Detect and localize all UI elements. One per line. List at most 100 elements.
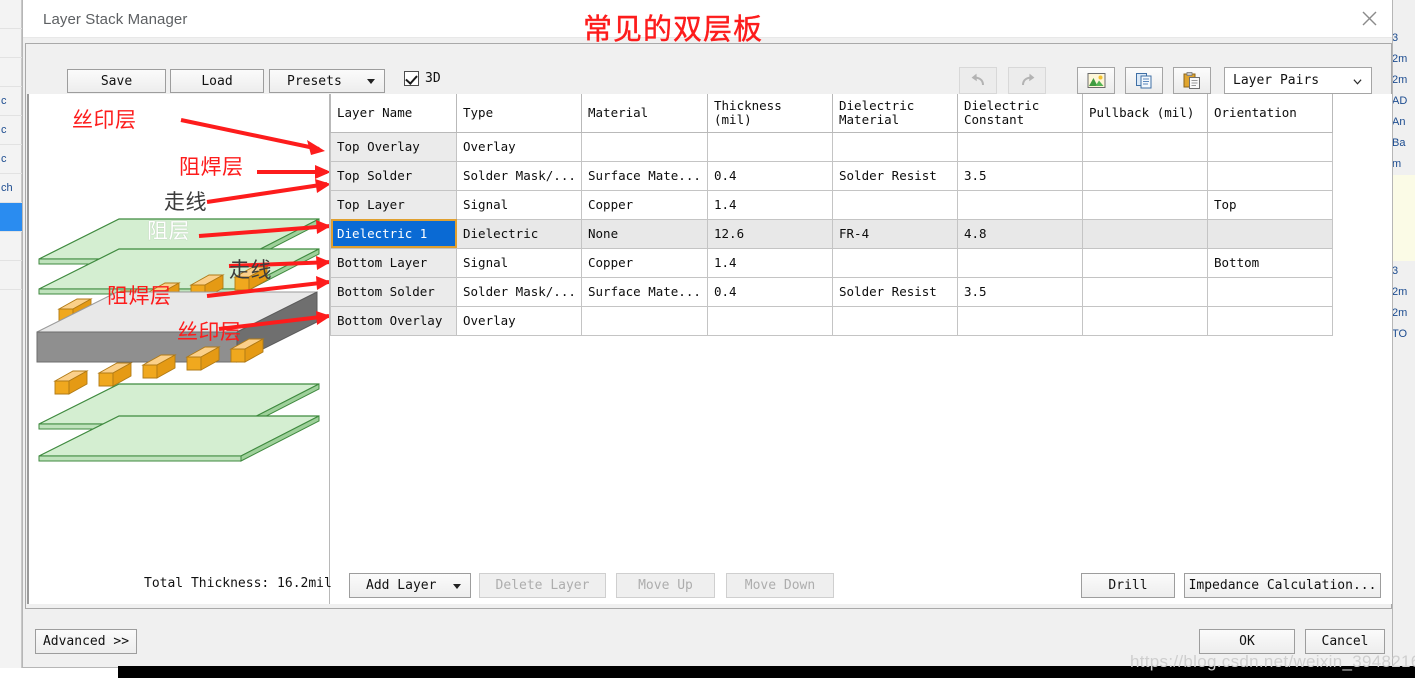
paste-icon[interactable] <box>1173 67 1211 94</box>
background-right-row: 3 <box>1391 261 1415 282</box>
cell-type[interactable]: Solder Mask/... <box>457 277 582 306</box>
cell-material[interactable]: Surface Mate... <box>582 161 708 190</box>
table-row[interactable]: Bottom Layer Signal Copper 1.4 Bottom <box>331 248 1333 277</box>
cell-layer-name[interactable]: Bottom Layer <box>331 248 457 277</box>
cell-orientation[interactable] <box>1208 277 1333 306</box>
undo-icon[interactable] <box>959 67 997 94</box>
cell-type[interactable]: Solder Mask/... <box>457 161 582 190</box>
table-row-selected[interactable]: Dielectric 1 Dielectric None 12.6 FR-4 4… <box>331 219 1333 248</box>
table-row[interactable]: Top Overlay Overlay <box>331 132 1333 161</box>
cell-thickness[interactable] <box>708 306 833 335</box>
cell-pullback[interactable] <box>1083 161 1208 190</box>
cell-thickness[interactable]: 1.4 <box>708 248 833 277</box>
cell-dielectric-material[interactable] <box>833 248 958 277</box>
layer-table-container[interactable]: Layer Name Type Material Thickness (mil)… <box>329 94 1392 604</box>
background-left-row <box>0 29 22 58</box>
close-icon[interactable] <box>1346 0 1392 37</box>
cell-layer-name[interactable]: Bottom Overlay <box>331 306 457 335</box>
cell-material[interactable]: None <box>582 219 708 248</box>
cell-pullback[interactable] <box>1083 306 1208 335</box>
image-icon[interactable] <box>1077 67 1115 94</box>
cell-thickness[interactable] <box>708 132 833 161</box>
cell-layer-name[interactable]: Bottom Solder <box>331 277 457 306</box>
column-header-dielectric-constant[interactable]: Dielectric Constant <box>958 94 1083 132</box>
background-right-row: 3 <box>1391 28 1415 49</box>
column-header-thickness[interactable]: Thickness (mil) <box>708 94 833 132</box>
cell-pullback[interactable] <box>1083 132 1208 161</box>
advanced-button[interactable]: Advanced >> <box>35 629 137 654</box>
presets-dropdown-button[interactable]: Presets <box>269 69 385 93</box>
add-layer-button[interactable]: Add Layer <box>349 573 471 598</box>
cell-dielectric-material[interactable] <box>833 306 958 335</box>
cell-pullback[interactable] <box>1083 190 1208 219</box>
layer-table: Layer Name Type Material Thickness (mil)… <box>330 94 1333 336</box>
table-row[interactable]: Bottom Overlay Overlay <box>331 306 1333 335</box>
cell-layer-name[interactable]: Dielectric 1 <box>331 219 457 248</box>
cell-dielectric-constant[interactable]: 3.5 <box>958 161 1083 190</box>
cell-pullback[interactable] <box>1083 248 1208 277</box>
cell-dielectric-constant[interactable] <box>958 132 1083 161</box>
cell-dielectric-material[interactable] <box>833 190 958 219</box>
view-mode-select[interactable]: Layer Pairs <box>1224 67 1372 94</box>
cell-thickness[interactable]: 12.6 <box>708 219 833 248</box>
cell-layer-name[interactable]: Top Solder <box>331 161 457 190</box>
cell-material[interactable] <box>582 306 708 335</box>
layer-stack-groupbox: Save Load Presets 3D <box>25 43 1392 609</box>
cell-dielectric-constant[interactable]: 4.8 <box>958 219 1083 248</box>
cell-pullback[interactable] <box>1083 277 1208 306</box>
cell-dielectric-constant[interactable] <box>958 306 1083 335</box>
column-header-pullback[interactable]: Pullback (mil) <box>1083 94 1208 132</box>
cell-dielectric-material[interactable]: FR-4 <box>833 219 958 248</box>
cell-thickness[interactable]: 0.4 <box>708 161 833 190</box>
column-header-layer-name[interactable]: Layer Name <box>331 94 457 132</box>
move-up-button[interactable]: Move Up <box>616 573 715 598</box>
cell-dielectric-constant[interactable]: 3.5 <box>958 277 1083 306</box>
save-button[interactable]: Save <box>67 69 166 93</box>
impedance-calculation-button[interactable]: Impedance Calculation... <box>1184 573 1381 598</box>
cell-dielectric-constant[interactable] <box>958 248 1083 277</box>
table-row[interactable]: Bottom Solder Solder Mask/... Surface Ma… <box>331 277 1333 306</box>
layer-actions-bar: Total Thickness: 16.2mil Add Layer Delet… <box>26 562 1391 608</box>
cell-pullback[interactable] <box>1083 219 1208 248</box>
cell-layer-name[interactable]: Top Overlay <box>331 132 457 161</box>
cell-layer-name[interactable]: Top Layer <box>331 190 457 219</box>
table-row[interactable]: Top Solder Solder Mask/... Surface Mate.… <box>331 161 1333 190</box>
cell-material[interactable]: Copper <box>582 248 708 277</box>
cell-orientation[interactable] <box>1208 161 1333 190</box>
cell-material[interactable]: Copper <box>582 190 708 219</box>
cell-type[interactable]: Signal <box>457 190 582 219</box>
cell-orientation[interactable]: Bottom <box>1208 248 1333 277</box>
chevron-down-icon <box>453 584 461 589</box>
cell-orientation[interactable] <box>1208 132 1333 161</box>
redo-icon[interactable] <box>1008 67 1046 94</box>
delete-layer-button[interactable]: Delete Layer <box>479 573 606 598</box>
cell-type[interactable]: Overlay <box>457 306 582 335</box>
column-header-material[interactable]: Material <box>582 94 708 132</box>
cell-thickness[interactable]: 0.4 <box>708 277 833 306</box>
cell-orientation[interactable] <box>1208 306 1333 335</box>
3d-checkbox[interactable]: 3D <box>404 71 441 86</box>
cell-orientation[interactable]: Top <box>1208 190 1333 219</box>
column-header-dielectric-material[interactable]: Dielectric Material <box>833 94 958 132</box>
load-button[interactable]: Load <box>170 69 264 93</box>
copy-icon[interactable] <box>1125 67 1163 94</box>
cell-type[interactable]: Signal <box>457 248 582 277</box>
column-header-type[interactable]: Type <box>457 94 582 132</box>
cell-thickness[interactable]: 1.4 <box>708 190 833 219</box>
cell-type[interactable]: Dielectric <box>457 219 582 248</box>
cell-material[interactable] <box>582 132 708 161</box>
cell-material[interactable]: Surface Mate... <box>582 277 708 306</box>
cancel-button[interactable]: Cancel <box>1305 629 1385 654</box>
annotation-label-silkscreen-top: 丝印层 <box>72 104 137 134</box>
cell-dielectric-material[interactable] <box>833 132 958 161</box>
cell-dielectric-constant[interactable] <box>958 190 1083 219</box>
cell-type[interactable]: Overlay <box>457 132 582 161</box>
ok-button[interactable]: OK <box>1199 629 1295 654</box>
table-row[interactable]: Top Layer Signal Copper 1.4 Top <box>331 190 1333 219</box>
drill-button[interactable]: Drill <box>1081 573 1175 598</box>
cell-orientation[interactable] <box>1208 219 1333 248</box>
cell-dielectric-material[interactable]: Solder Resist <box>833 277 958 306</box>
cell-dielectric-material[interactable]: Solder Resist <box>833 161 958 190</box>
column-header-orientation[interactable]: Orientation <box>1208 94 1333 132</box>
move-down-button[interactable]: Move Down <box>726 573 834 598</box>
